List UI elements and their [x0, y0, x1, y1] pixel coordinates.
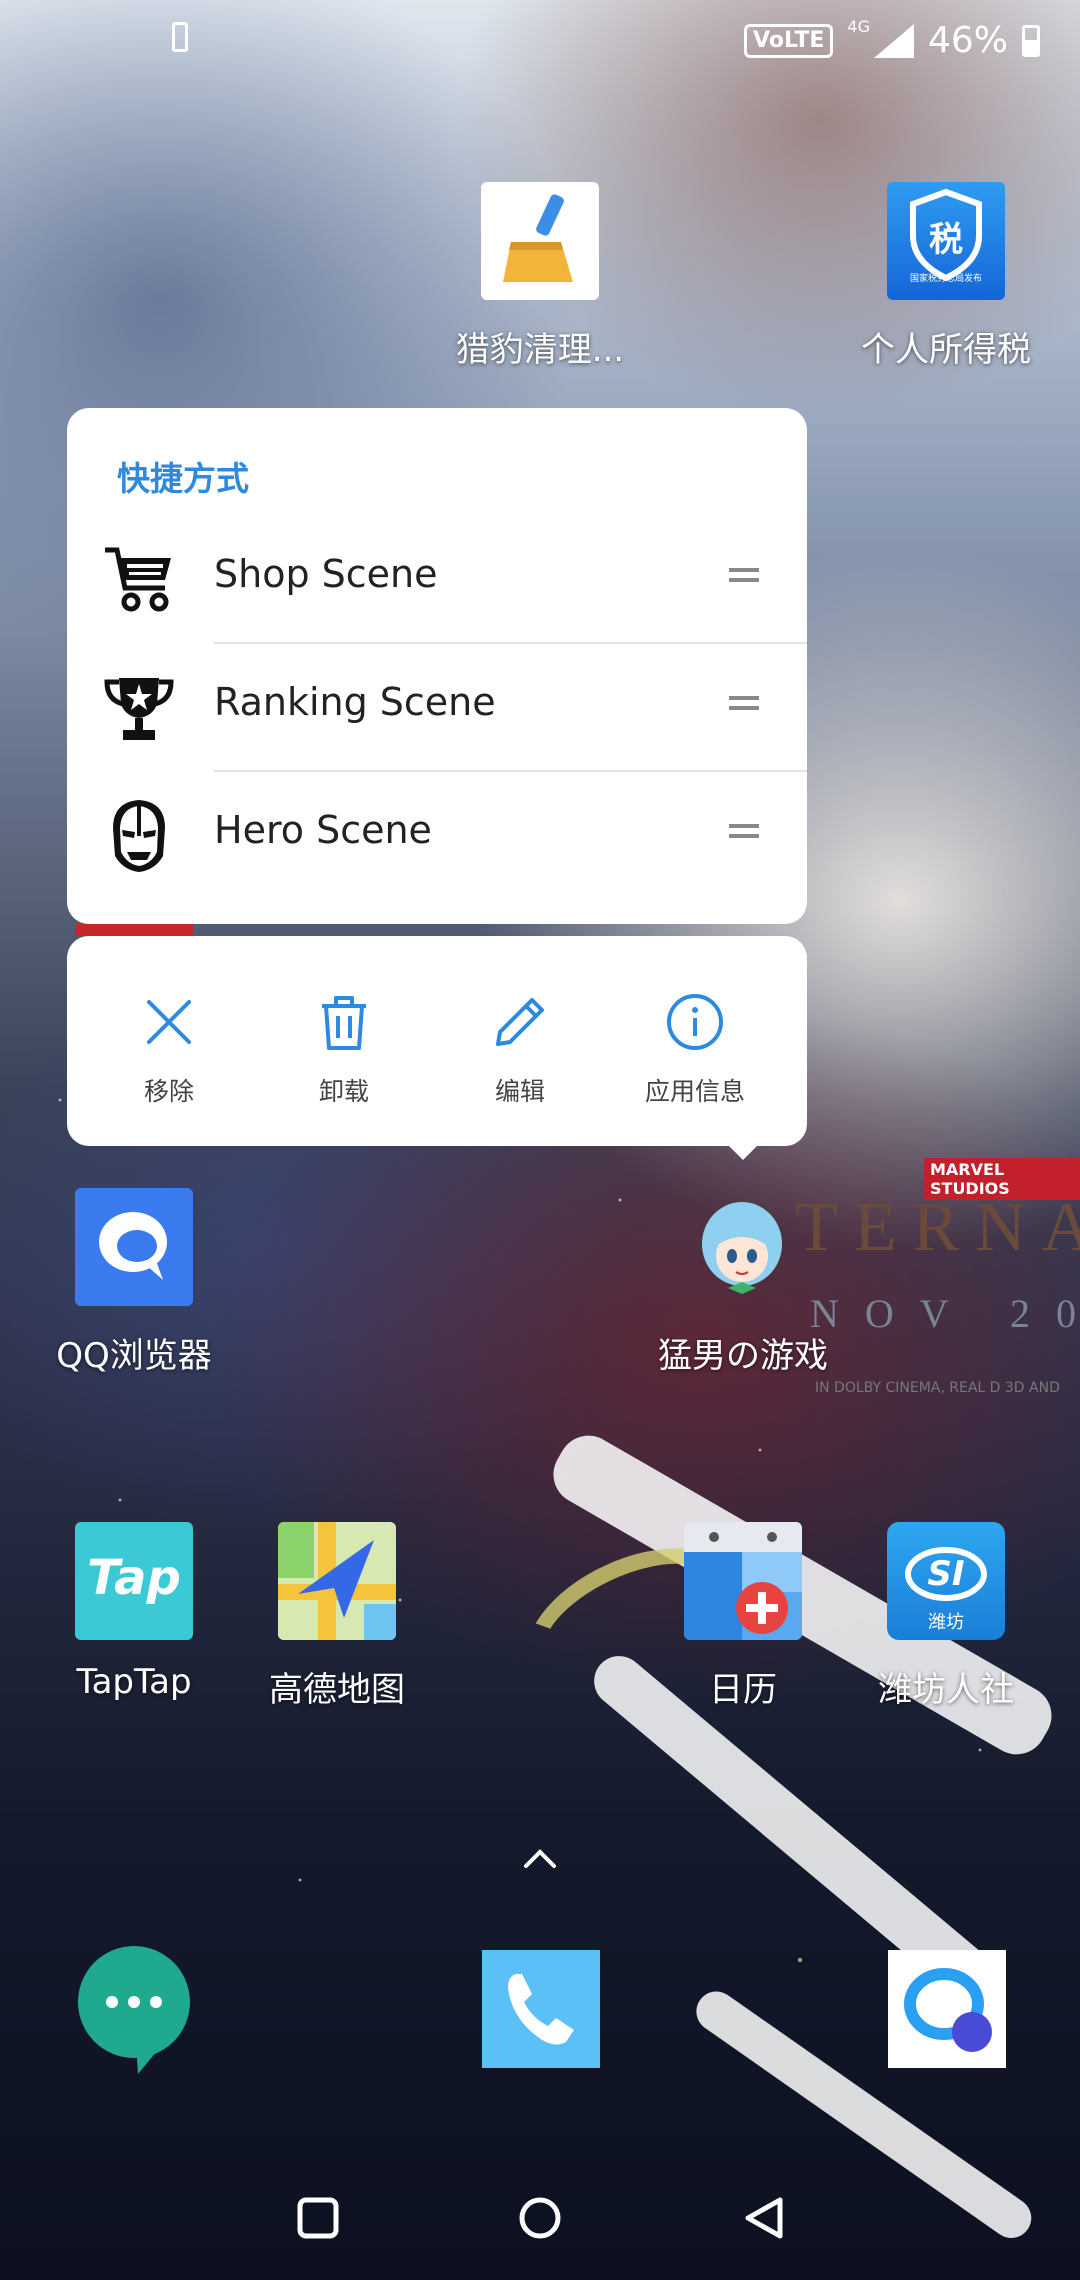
shortcut-label: Shop Scene	[214, 552, 438, 596]
taptap-logo-text: Tap	[87, 1550, 181, 1606]
app-qq-browser[interactable]: QQ浏览器	[34, 1188, 234, 1377]
app-label: 潍坊人社	[878, 1670, 1014, 1710]
shortcut-label: Ranking Scene	[214, 680, 496, 724]
tax-char: 税	[929, 220, 963, 260]
phone-icon	[508, 1974, 574, 2045]
shortcut-hero-scene[interactable]: Hero Scene	[67, 772, 807, 900]
map-navigation-icon	[278, 1522, 396, 1640]
app-taptap[interactable]: Tap TapTap	[34, 1522, 234, 1702]
app-cleaner[interactable]: 猎豹清理...	[440, 182, 640, 371]
close-icon	[147, 1000, 191, 1044]
app-label: 个人所得税	[861, 330, 1031, 370]
battery-percent: 46%	[927, 20, 1008, 61]
status-bar: VoLTE 4G 46%	[0, 0, 1080, 80]
app-drawer-arrow-icon[interactable]	[520, 1838, 560, 1878]
weifang-text: 潍坊	[928, 1612, 964, 1633]
shortcut-ranking-scene[interactable]: Ranking Scene	[67, 644, 807, 772]
pencil-icon	[496, 998, 544, 1046]
app-label: 猎豹清理...	[455, 330, 625, 370]
app-label: 猛男の游戏	[658, 1336, 828, 1376]
shield-icon: 税 国家税务总局发布	[887, 182, 1005, 300]
wallpaper-date: NOV 20	[810, 1291, 1080, 1336]
network-type: 4G	[847, 17, 870, 36]
tax-subtitle: 国家税务总局发布	[909, 274, 982, 284]
app-label: 高德地图	[269, 1670, 405, 1710]
drag-handle-icon[interactable]	[729, 824, 759, 838]
action-label: 编辑	[494, 1077, 545, 1106]
shortcut-shop-scene[interactable]: Shop Scene	[67, 516, 807, 644]
shortcut-label: Hero Scene	[214, 808, 432, 852]
iron-man-helmet-icon	[101, 798, 177, 874]
recents-square-icon[interactable]	[296, 2196, 340, 2240]
drag-handle-icon[interactable]	[729, 696, 759, 710]
navigation-bar	[0, 2160, 1080, 2280]
wallpaper-credits: IN DOLBY CINEMA, REAL D 3D AND	[815, 1380, 1060, 1396]
home-circle-icon[interactable]	[518, 2196, 562, 2240]
app-label: QQ浏览器	[56, 1336, 212, 1376]
si-logo-icon: SI 潍坊	[887, 1522, 1005, 1640]
remove-button[interactable]: 移除	[94, 992, 244, 1108]
trophy-icon	[101, 670, 177, 746]
shopping-cart-icon	[101, 542, 177, 618]
app-actions-popup: 移除 卸载 编辑 应用信息	[67, 936, 807, 1160]
popup-title: 快捷方式	[117, 459, 249, 498]
signal-icon	[873, 23, 914, 58]
app-game[interactable]: 猛男の游戏	[643, 1188, 843, 1377]
action-label: 卸载	[318, 1077, 369, 1106]
anime-girl-icon	[684, 1188, 802, 1306]
dock-qq-browser[interactable]	[888, 1950, 1006, 2068]
message-bubble-icon	[78, 1946, 190, 2074]
uninstall-button[interactable]: 卸载	[269, 992, 419, 1108]
dock-phone[interactable]	[482, 1950, 600, 2068]
app-info-button[interactable]: 应用信息	[620, 992, 770, 1108]
broom-icon	[481, 182, 599, 300]
chat-bubble-icon	[904, 1968, 992, 2052]
trash-icon	[322, 996, 366, 1050]
info-icon	[667, 994, 723, 1050]
battery-icon	[1022, 24, 1040, 57]
app-calendar[interactable]: 日历	[643, 1522, 843, 1711]
drag-handle-icon[interactable]	[729, 568, 759, 582]
app-amap[interactable]: 高德地图	[237, 1522, 437, 1711]
app-weifang-social[interactable]: SI 潍坊 潍坊人社	[846, 1522, 1046, 1711]
action-label: 移除	[143, 1077, 194, 1106]
qq-browser-icon	[75, 1188, 193, 1306]
charging-icon	[172, 22, 188, 52]
app-label: 日历	[709, 1670, 777, 1710]
action-label: 应用信息	[644, 1077, 745, 1106]
calendar-icon	[684, 1522, 802, 1640]
volte-badge: VoLTE	[744, 23, 834, 58]
taptap-icon: Tap	[75, 1522, 193, 1640]
edit-button[interactable]: 编辑	[445, 992, 595, 1108]
si-logo-text: SI	[927, 1554, 965, 1594]
back-triangle-icon[interactable]	[742, 2196, 786, 2240]
app-label: TapTap	[76, 1662, 192, 1702]
app-tax[interactable]: 税 国家税务总局发布 个人所得税	[846, 182, 1046, 371]
dock-messages[interactable]	[76, 1944, 192, 2074]
